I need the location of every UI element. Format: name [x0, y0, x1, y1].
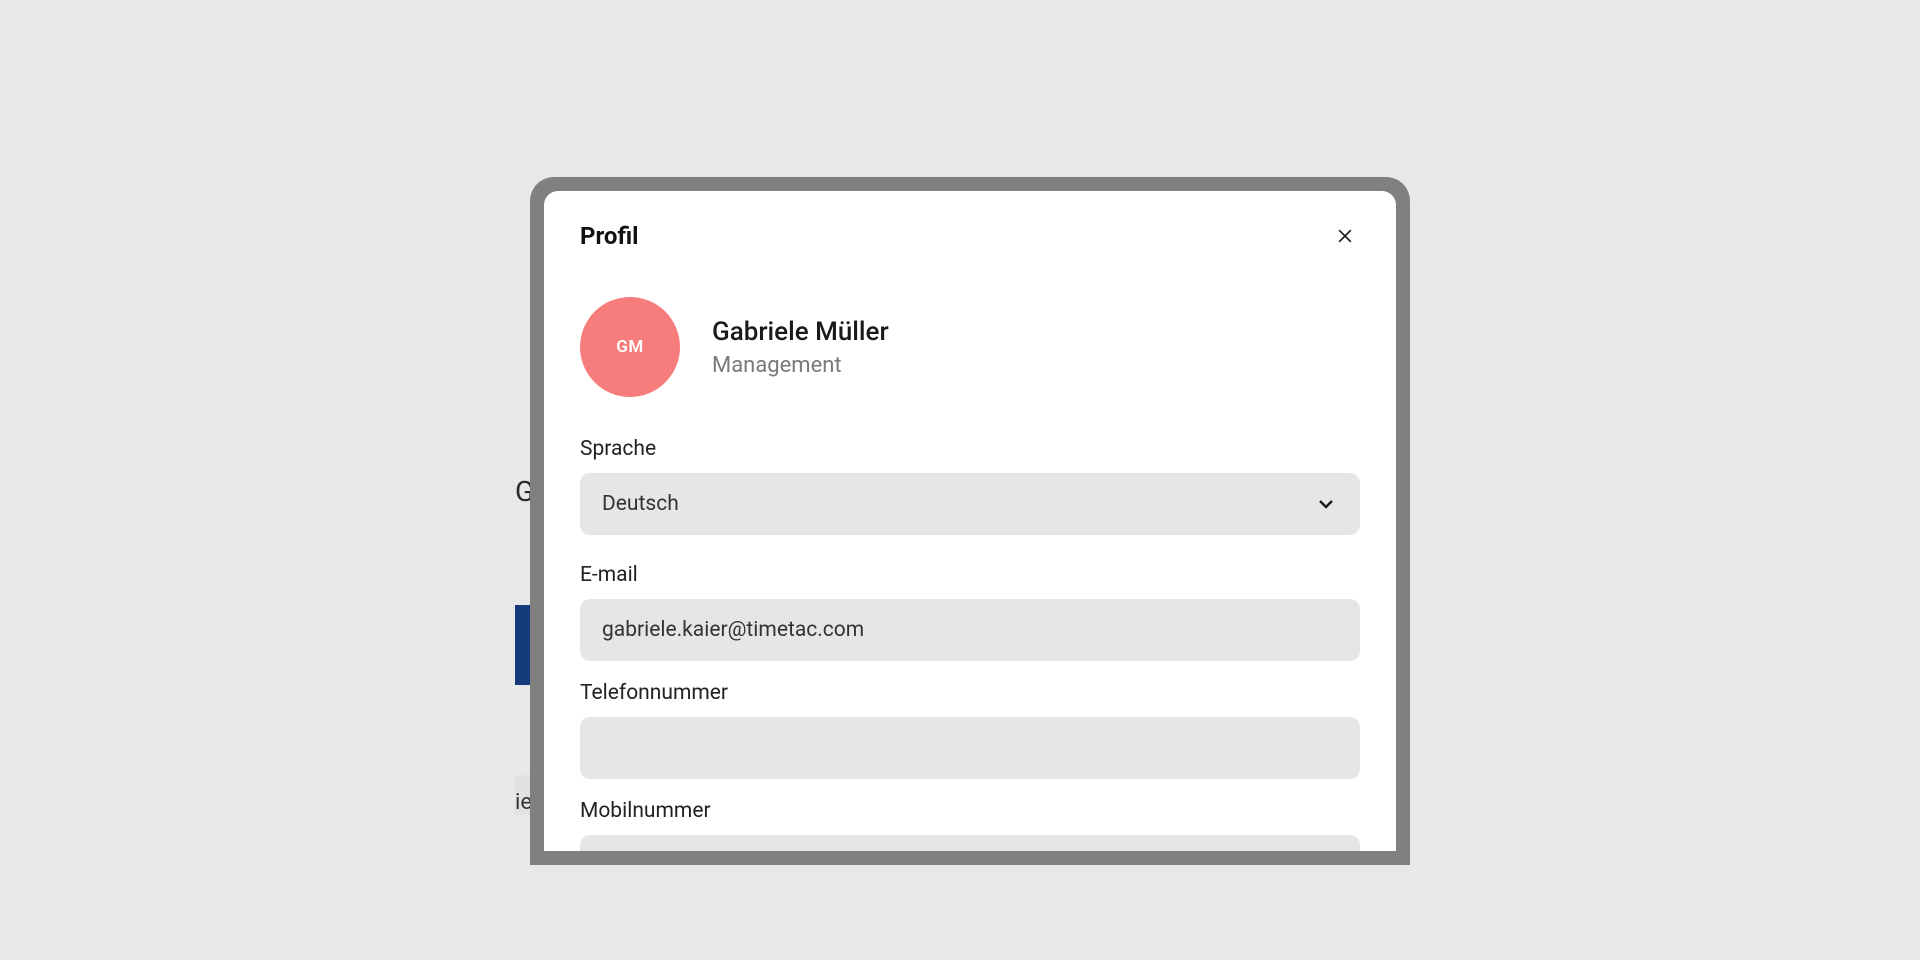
- phone-field-group: Telefonnummer: [580, 681, 1360, 779]
- profile-role: Management: [712, 353, 889, 378]
- modal-header: Profil: [580, 221, 1360, 251]
- phone-label: Telefonnummer: [580, 681, 1360, 705]
- modal-backdrop-frame: Profil GM Gabriele Müller Management Spr…: [530, 177, 1410, 865]
- mobile-label: Mobilnummer: [580, 799, 1360, 823]
- email-value: gabriele.kaier@timetac.com: [602, 618, 864, 642]
- modal-title: Profil: [580, 222, 638, 250]
- avatar: GM: [580, 297, 680, 397]
- language-label: Sprache: [580, 437, 1360, 461]
- email-label: E-mail: [580, 563, 1360, 587]
- close-button[interactable]: [1330, 221, 1360, 251]
- profile-modal: Profil GM Gabriele Müller Management Spr…: [544, 191, 1396, 851]
- chevron-down-icon: [1314, 492, 1338, 516]
- email-input[interactable]: gabriele.kaier@timetac.com: [580, 599, 1360, 661]
- language-field-group: Sprache Deutsch: [580, 437, 1360, 535]
- language-value: Deutsch: [602, 492, 679, 516]
- mobile-field-group: Mobilnummer: [580, 799, 1360, 851]
- app-viewport: G k ie e ifg A Z Profil GM Gabriele Müll…: [180, 95, 1740, 865]
- language-select[interactable]: Deutsch: [580, 473, 1360, 535]
- mobile-input[interactable]: [580, 835, 1360, 851]
- phone-input[interactable]: [580, 717, 1360, 779]
- profile-name: Gabriele Müller: [712, 317, 889, 347]
- close-icon: [1335, 226, 1355, 246]
- email-field-group: E-mail gabriele.kaier@timetac.com: [580, 563, 1360, 661]
- profile-text: Gabriele Müller Management: [712, 317, 889, 378]
- profile-summary: GM Gabriele Müller Management: [580, 297, 1360, 397]
